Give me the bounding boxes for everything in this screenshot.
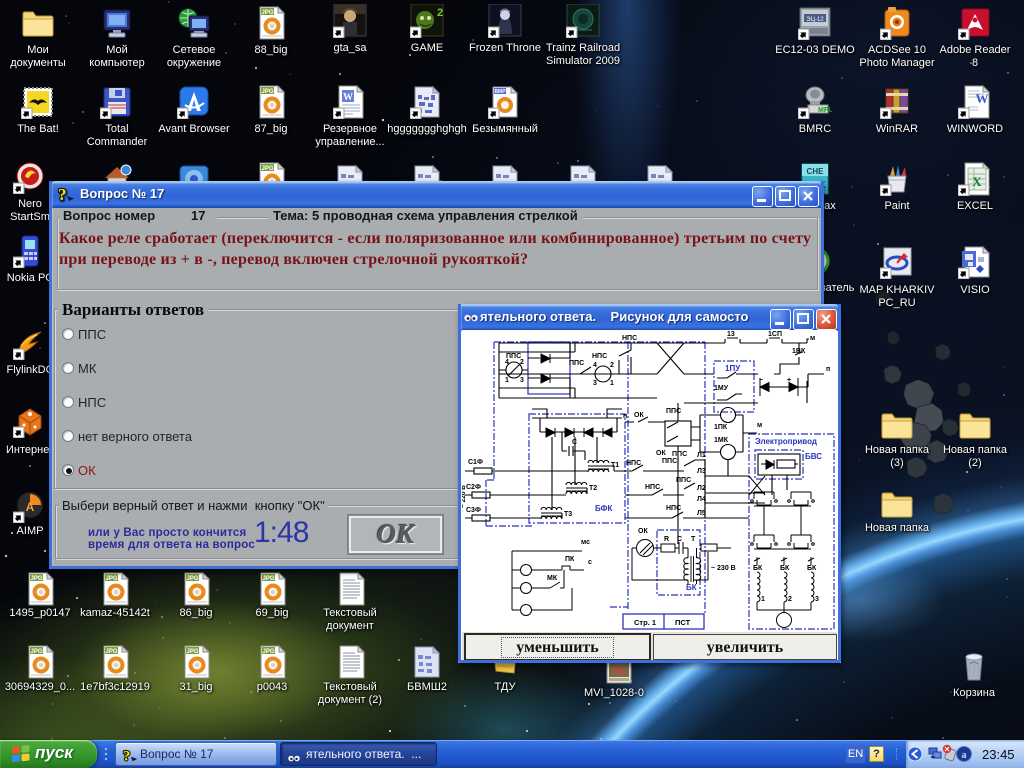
svg-text:R: R bbox=[664, 536, 669, 543]
svg-text:м: м bbox=[810, 335, 815, 342]
svg-text:CHE: CHE bbox=[807, 167, 825, 176]
svg-text:С1Ф: С1Ф bbox=[468, 459, 483, 466]
svg-text:НПС: НПС bbox=[645, 484, 660, 491]
svg-text:ППС: ППС bbox=[672, 451, 687, 458]
svg-text:JPG: JPG bbox=[105, 649, 117, 655]
svg-text:JPG: JPG bbox=[262, 649, 274, 655]
svg-text:C: C bbox=[677, 536, 682, 543]
svg-text:ОК: ОК bbox=[634, 412, 644, 419]
svg-text:3: 3 bbox=[593, 380, 597, 387]
svg-text:ЭЦ-12: ЭЦ-12 bbox=[806, 17, 824, 23]
svg-text:1СП: 1СП bbox=[768, 331, 782, 338]
svg-text:JPG: JPG bbox=[186, 576, 198, 582]
svg-text:JPG: JPG bbox=[30, 576, 42, 582]
svg-text:п: п bbox=[623, 413, 627, 420]
svg-text:JPG: JPG bbox=[261, 10, 273, 16]
svg-text:1: 1 bbox=[610, 380, 614, 387]
svg-text:−: − bbox=[759, 377, 763, 384]
svg-text:НПС: НПС bbox=[666, 505, 681, 512]
svg-text:A: A bbox=[26, 500, 35, 514]
svg-text:?: ? bbox=[123, 748, 131, 763]
svg-text:ОК: ОК bbox=[638, 528, 648, 535]
svg-text:Т1: Т1 bbox=[611, 462, 619, 469]
svg-text:1ПК: 1ПК bbox=[714, 424, 728, 431]
svg-text:2: 2 bbox=[788, 596, 792, 603]
svg-text:4: 4 bbox=[593, 362, 597, 369]
svg-text:БК: БК bbox=[686, 583, 697, 592]
svg-text:БК: БК bbox=[807, 565, 817, 572]
svg-text:X: X bbox=[972, 174, 982, 189]
svg-text:Л4: Л4 bbox=[697, 496, 706, 503]
svg-text:~ 230 В: ~ 230 В bbox=[711, 565, 736, 572]
svg-text:JPG: JPG bbox=[105, 576, 117, 582]
svg-text:1МУ: 1МУ bbox=[714, 385, 729, 392]
svg-text:JPG: JPG bbox=[261, 89, 273, 95]
svg-text:ОК: ОК bbox=[656, 450, 666, 457]
svg-text:a: a bbox=[962, 750, 967, 761]
svg-text:1ВК: 1ВК bbox=[792, 348, 806, 355]
svg-text:1: 1 bbox=[761, 596, 765, 603]
svg-text:БФК: БФК bbox=[595, 504, 612, 513]
svg-text:~ 220 В: ~ 220 В bbox=[462, 485, 467, 508]
svg-text:Электропривод: Электропривод bbox=[755, 437, 817, 446]
svg-text:м: м bbox=[757, 422, 762, 429]
svg-text:Л2: Л2 bbox=[697, 485, 706, 492]
svg-text:БК: БК bbox=[753, 565, 763, 572]
svg-text:МК: МК bbox=[547, 575, 558, 582]
svg-text:?: ? bbox=[58, 185, 67, 203]
svg-text:JPG: JPG bbox=[186, 649, 198, 655]
svg-text:BMP: BMP bbox=[494, 89, 506, 95]
svg-text:2: 2 bbox=[437, 7, 443, 19]
svg-text:JPG: JPG bbox=[261, 166, 273, 172]
svg-text:с: с bbox=[588, 559, 592, 566]
svg-text:2: 2 bbox=[610, 362, 614, 369]
svg-text:Т3: Т3 bbox=[564, 511, 572, 518]
svg-text:мс: мс bbox=[581, 539, 590, 546]
svg-text:1: 1 bbox=[505, 377, 509, 384]
svg-text:п: п bbox=[826, 366, 830, 373]
svg-text:БВС: БВС bbox=[805, 452, 822, 461]
svg-text:ПСТ: ПСТ bbox=[675, 618, 691, 627]
svg-text:MPU: MPU bbox=[818, 107, 832, 114]
svg-text:НПС: НПС bbox=[592, 353, 607, 360]
svg-text:13: 13 bbox=[727, 331, 735, 338]
svg-text:ППС: ППС bbox=[666, 408, 681, 415]
svg-text:Л3: Л3 bbox=[697, 468, 706, 475]
svg-text:С3Ф: С3Ф bbox=[466, 507, 481, 514]
svg-text:JPG: JPG bbox=[262, 576, 274, 582]
svg-text:Т: Т bbox=[691, 536, 696, 543]
svg-text:+: + bbox=[787, 377, 791, 384]
svg-text:321: 321 bbox=[612, 666, 626, 675]
svg-text:2: 2 bbox=[520, 359, 524, 366]
svg-text:Л1: Л1 bbox=[697, 452, 706, 459]
svg-text:1МК: 1МК bbox=[714, 437, 729, 444]
svg-text:БК: БК bbox=[780, 565, 790, 572]
svg-text:НПС: НПС bbox=[626, 460, 641, 467]
svg-text:Стр. 1: Стр. 1 bbox=[634, 618, 656, 627]
svg-text:ППС: ППС bbox=[662, 458, 677, 465]
svg-text:С2Ф: С2Ф bbox=[466, 484, 481, 491]
svg-text:1ПУ: 1ПУ bbox=[725, 364, 741, 373]
svg-text:W: W bbox=[343, 92, 353, 103]
svg-text:JPG: JPG bbox=[30, 649, 42, 655]
svg-text:ПК: ПК bbox=[565, 556, 575, 563]
svg-text:Л5: Л5 bbox=[697, 510, 706, 517]
svg-text:ППС: ППС bbox=[569, 360, 584, 367]
svg-text:Т2: Т2 bbox=[589, 485, 597, 492]
svg-text:4: 4 bbox=[505, 359, 509, 366]
svg-text:W: W bbox=[976, 91, 989, 106]
svg-text:НПС: НПС bbox=[622, 335, 637, 342]
svg-text:С: С bbox=[572, 439, 577, 446]
svg-text:ППС: ППС bbox=[676, 477, 691, 484]
svg-text:3: 3 bbox=[520, 377, 524, 384]
svg-text:3: 3 bbox=[815, 596, 819, 603]
